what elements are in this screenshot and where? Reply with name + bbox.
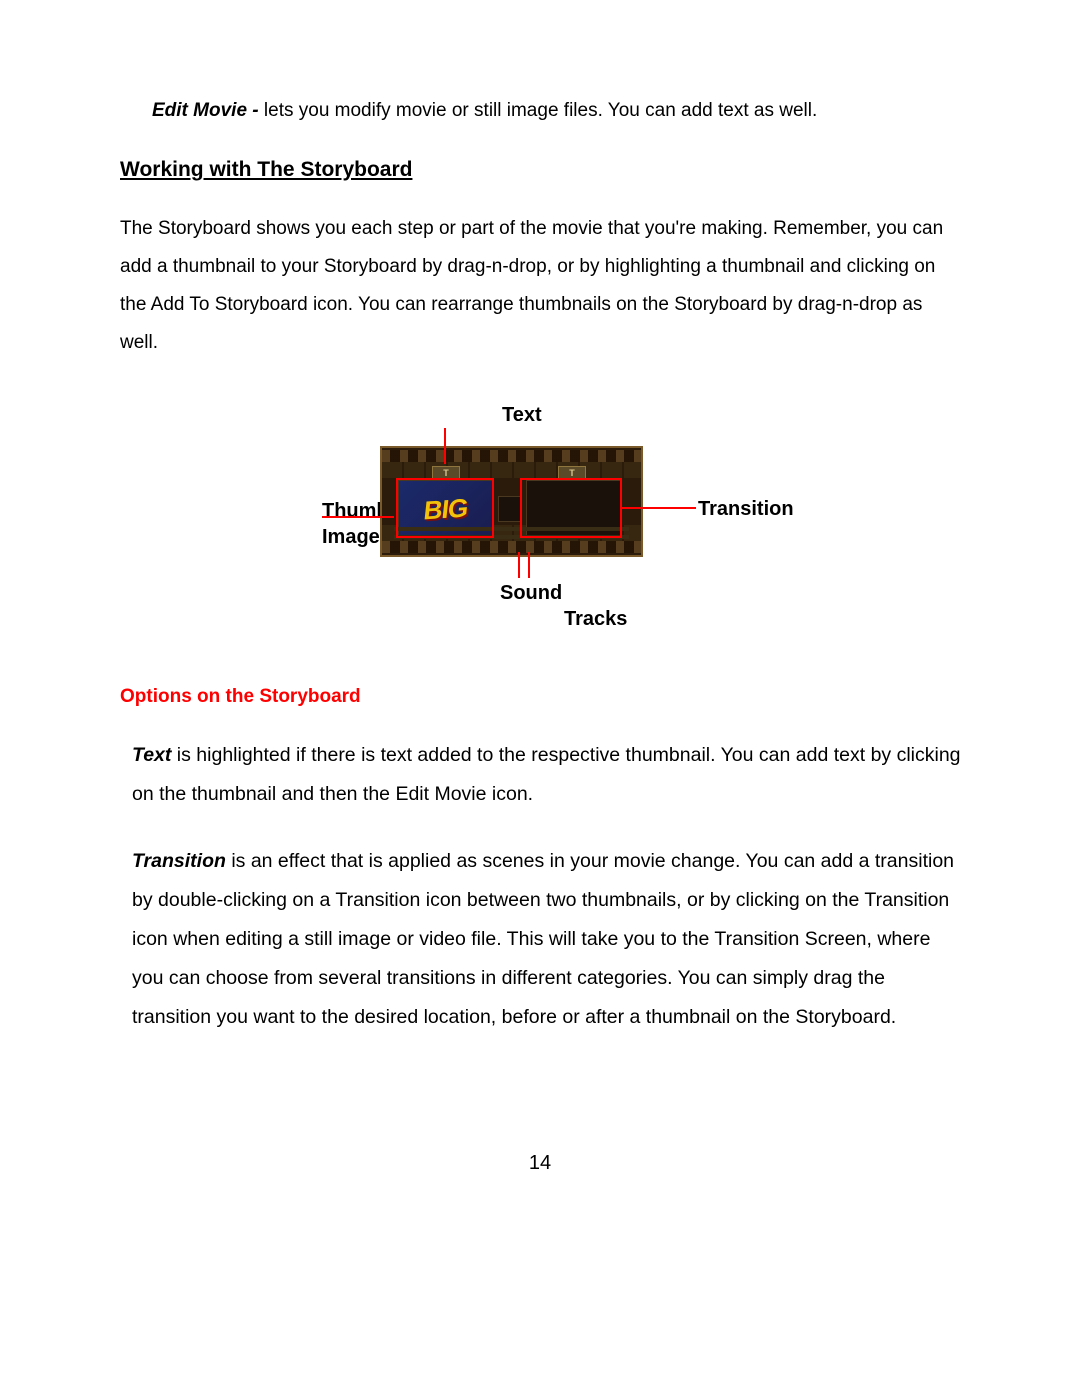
leader-line-transition [620,507,696,509]
option-text-label: Text [132,744,171,766]
leader-line-sound-2 [528,552,530,578]
edit-movie-desc: lets you modify movie or still image fil… [264,100,817,121]
edit-movie-label: Edit Movie - [152,100,264,121]
option-transition-body: is an effect that is applied as scenes i… [132,850,954,1028]
transition-slot [498,496,522,522]
leader-line-text [444,428,446,464]
storyboard-paragraph: The Storyboard shows you each step or pa… [120,210,962,362]
page-number: 14 [0,1152,1080,1175]
storyboard-figure: Text Thumbnail Image Transition Sound Tr… [120,402,962,662]
option-text-body: is highlighted if there is text added to… [132,744,961,805]
red-highlight-transition [520,478,622,538]
option-text-paragraph: Text is highlighted if there is text add… [132,736,962,814]
track-decor-top [382,462,641,478]
callout-sound-line1: Sound [500,582,562,604]
callout-text: Text [502,402,542,428]
option-transition-label: Transition [132,850,226,872]
storyboard-strip: T T BIG [380,446,643,557]
red-highlight-thumbnail [396,478,494,538]
sprocket-row-bottom [382,541,641,553]
intro-line: Edit Movie - lets you modify movie or st… [152,92,962,130]
document-page: Edit Movie - lets you modify movie or st… [0,0,1080,1397]
leader-line-thumbnail [322,516,394,518]
callout-transition: Transition [698,496,794,522]
callout-thumbnail-line2: Image [322,526,380,548]
callout-sound-line2: Tracks [500,608,627,630]
section-heading: Working with The Storyboard [120,158,962,182]
sprocket-row-top [382,450,641,462]
callout-sound-tracks: Sound Tracks [500,580,627,632]
option-transition-paragraph: Transition is an effect that is applied … [132,842,962,1037]
options-heading: Options on the Storyboard [120,686,962,708]
leader-line-sound-1 [518,552,520,578]
